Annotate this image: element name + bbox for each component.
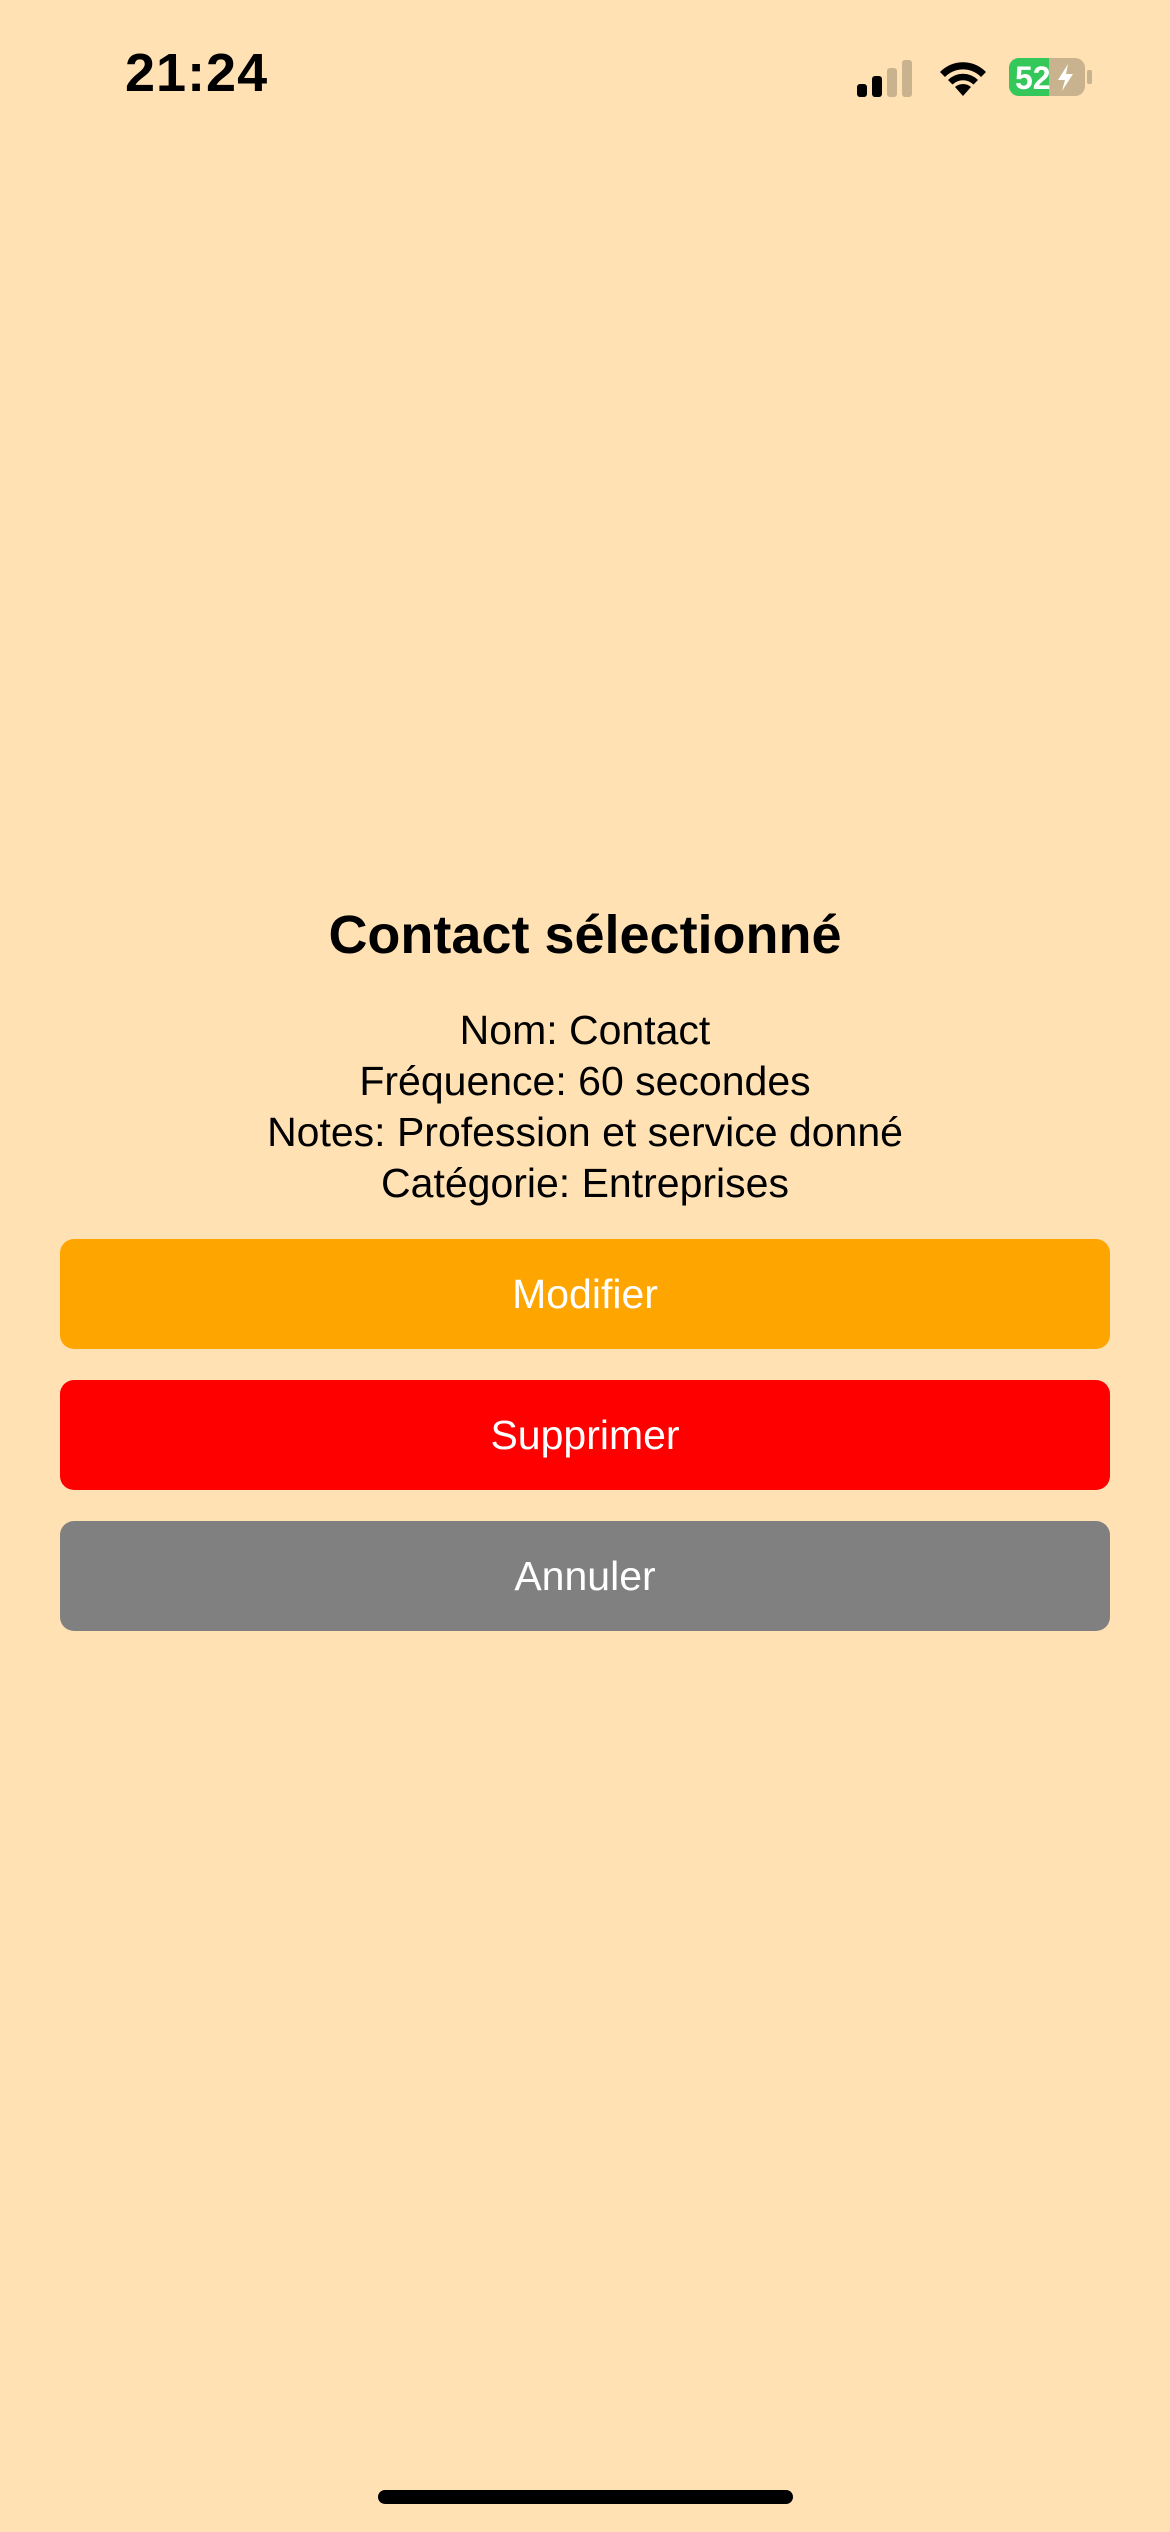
contact-dialog: Contact sélectionné Nom: Contact Fréquen… <box>60 895 1110 1662</box>
modify-button[interactable]: Modifier <box>60 1239 1110 1349</box>
home-indicator[interactable] <box>378 2490 793 2504</box>
action-buttons: Modifier Supprimer Annuler <box>60 1239 1110 1631</box>
status-time: 21:24 <box>125 43 269 103</box>
cancel-button[interactable]: Annuler <box>60 1521 1110 1631</box>
dialog-title: Contact sélectionné <box>328 905 842 965</box>
battery-charging-icon: 52 <box>1009 58 1092 96</box>
contact-name: Nom: Contact <box>459 1007 711 1053</box>
status-bar: 21:24 52 <box>0 0 1170 150</box>
contact-frequency: Fréquence: 60 secondes <box>359 1058 811 1104</box>
contact-category: Catégorie: Entreprises <box>381 1160 789 1206</box>
contact-notes: Notes: Profession et service donné <box>267 1109 903 1155</box>
battery-level: 52 <box>1015 60 1051 96</box>
delete-button[interactable]: Supprimer <box>60 1380 1110 1490</box>
wifi-icon <box>940 62 986 96</box>
signal-icon <box>857 60 912 97</box>
